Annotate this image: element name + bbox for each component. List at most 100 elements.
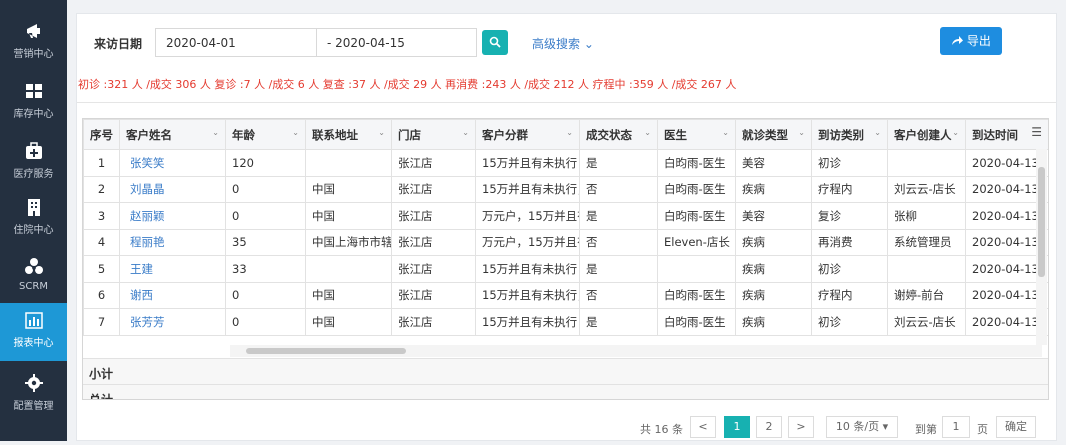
- column-header[interactable]: 到达时间 ☰: [965, 119, 1048, 150]
- table-cell: 是: [579, 202, 658, 230]
- table-row[interactable]: 2 刘晶晶 0 中国 张江店 15万并且有未执行，否白昀雨-医生 疾病 疗程内 刘云云-店长 20…: [83, 175, 1048, 203]
- search-icon: [489, 36, 501, 48]
- column-header[interactable]: 客户创建人 ⌄: [887, 119, 966, 150]
- table-cell: 是: [579, 255, 658, 283]
- bar-chart-icon: [24, 312, 43, 329]
- table-row[interactable]: 3 赵丽颖 0 中国 张江店 万元户，15万并且有是白昀雨-医生 美容 复诊 张柳 2020-04…: [83, 202, 1048, 230]
- table-cell: 初诊: [811, 308, 888, 336]
- table-cell: 4: [83, 228, 120, 256]
- table-cell: 疾病: [735, 228, 812, 256]
- customer-name-link[interactable]: 赵丽颖: [130, 209, 165, 223]
- gear-icon: [24, 374, 43, 392]
- page-2-button[interactable]: 2: [756, 416, 782, 438]
- column-header[interactable]: 客户分群 ⌄: [475, 119, 580, 150]
- subtotal-row: 小计: [83, 358, 1048, 384]
- table-cell: 张江店: [391, 202, 476, 230]
- customer-name-link[interactable]: 谢西: [130, 288, 153, 302]
- confirm-goto-button[interactable]: 确定: [996, 416, 1036, 438]
- export-button[interactable]: 导出: [940, 27, 1002, 55]
- vertical-scrollbar[interactable]: [1036, 149, 1047, 345]
- table-cell: 中国: [305, 175, 392, 203]
- table-cell: 复诊: [811, 202, 888, 230]
- column-header[interactable]: 年龄 ⌄: [225, 119, 306, 150]
- end-date-input[interactable]: - 2020-04-15: [317, 28, 477, 57]
- customer-name-link[interactable]: 王建: [130, 262, 153, 276]
- table-cell: 疾病: [735, 175, 812, 203]
- table-cell: Eleven-店长: [657, 228, 736, 256]
- customer-name-link[interactable]: 张笑笑: [130, 156, 165, 170]
- page-1-button[interactable]: 1: [724, 416, 750, 438]
- page-size-select[interactable]: 10 条/页 ▾: [826, 416, 898, 438]
- table-row[interactable]: 1 张笑笑 120 张江店 15万并且有未执行是白昀雨-医生 美容 初诊 2020-04-13: [83, 149, 1048, 177]
- table-cell: 中国上海市市辖区: [305, 228, 392, 256]
- advanced-search-link[interactable]: 高级搜索 ⌄: [532, 35, 594, 52]
- table-cell: [657, 255, 736, 283]
- nav-item-config[interactable]: 配置管理: [0, 366, 67, 424]
- table-cell: 2: [83, 175, 120, 203]
- table-cell: 张笑笑: [119, 149, 226, 177]
- table-row[interactable]: 4 程丽艳 35中国上海市市辖区张江店万元户，15万并且有否Eleven-店长疾病再…: [83, 228, 1048, 256]
- table-cell: [887, 255, 966, 283]
- column-header[interactable]: 到访类别 ⌄: [811, 119, 888, 150]
- nav-item-medical[interactable]: 医疗服务: [0, 134, 67, 192]
- table-cell: 0: [225, 281, 306, 309]
- column-header[interactable]: 联系地址 ⌄: [305, 119, 392, 150]
- column-header[interactable]: 客户姓名 ⌄: [119, 119, 226, 150]
- table-cell: 15万并且有未执行: [475, 308, 580, 336]
- customer-name-link[interactable]: 程丽艳: [130, 235, 165, 249]
- table-cell: 中国: [305, 308, 392, 336]
- table-cell: 白昀雨-医生: [657, 281, 736, 309]
- column-header[interactable]: 成交状态 ⌄: [579, 119, 658, 150]
- total-label: 总计: [89, 393, 114, 400]
- nav-item-marketing[interactable]: 营销中心: [0, 14, 67, 72]
- nav-label: 营销中心: [13, 49, 54, 60]
- table-cell: 万元户，15万并且有: [475, 202, 580, 230]
- table-cell: 赵丽颖: [119, 202, 226, 230]
- start-date-input[interactable]: 2020-04-01: [155, 28, 317, 57]
- megaphone-icon: [26, 24, 40, 38]
- goto-label: 到第: [915, 423, 937, 436]
- nav-item-scrm[interactable]: SCRM: [0, 250, 67, 308]
- table-cell: 是: [579, 308, 658, 336]
- table-cell: 白昀雨-医生: [657, 202, 736, 230]
- next-page-button[interactable]: >: [788, 416, 814, 438]
- divider: [77, 102, 1056, 103]
- nav-label: 住院中心: [13, 225, 54, 236]
- customer-name-link[interactable]: 刘晶晶: [130, 182, 165, 196]
- nav-item-inpatient[interactable]: 住院中心: [0, 190, 67, 248]
- goto-page-input[interactable]: 1: [942, 416, 970, 438]
- medical-kit-icon: [25, 142, 42, 159]
- table-cell: 张江店: [391, 228, 476, 256]
- horizontal-scrollbar[interactable]: [230, 345, 1042, 357]
- table-cell: 张江店: [391, 308, 476, 336]
- table-cell: 疾病: [735, 255, 812, 283]
- table-cell: 0: [225, 175, 306, 203]
- table-row[interactable]: 6 谢西 0 中国 张江店 15万并且有未执行，否白昀雨-医生 疾病 疗程内 谢婷-前台 2020…: [83, 281, 1048, 309]
- table-cell: 王建: [119, 255, 226, 283]
- prev-page-button[interactable]: <: [690, 416, 716, 438]
- building-icon: [27, 199, 40, 216]
- table-cell: 疗程内: [811, 175, 888, 203]
- column-header[interactable]: 医生 ⌄: [657, 119, 736, 150]
- table-cell: 谢西: [119, 281, 226, 309]
- table-cell: 15万并且有未执行，: [475, 175, 580, 203]
- table-cell: 刘云云-店长: [887, 308, 966, 336]
- nav-item-inventory[interactable]: 库存中心: [0, 74, 67, 132]
- customer-name-link[interactable]: 张芳芳: [130, 315, 165, 329]
- table-cell: 1: [83, 149, 120, 177]
- nav-label: 医疗服务: [13, 169, 54, 180]
- nav-item-reports[interactable]: 报表中心: [0, 303, 67, 361]
- nav-label: SCRM: [19, 281, 48, 292]
- table-cell: 刘晶晶: [119, 175, 226, 203]
- column-header[interactable]: 就诊类型 ⌄: [735, 119, 812, 150]
- table-cell: 刘云云-店长: [887, 175, 966, 203]
- column-header[interactable]: 序号 ⌄: [83, 119, 120, 150]
- search-button[interactable]: [482, 30, 508, 55]
- table-cell: 张江店: [391, 255, 476, 283]
- table-cell: 120: [225, 149, 306, 177]
- table-cell: 0: [225, 202, 306, 230]
- subtotal-label: 小计: [89, 367, 114, 381]
- column-header[interactable]: 门店 ⌄: [391, 119, 476, 150]
- table-row[interactable]: 7 张芳芳 0 中国 张江店 15万并且有未执行是白昀雨-医生 疾病 初诊 刘云云-店长 2020…: [83, 308, 1048, 336]
- table-row[interactable]: 5 王建 33 张江店 15万并且有未执行是疾病 初诊 2020-04-13: [83, 255, 1048, 283]
